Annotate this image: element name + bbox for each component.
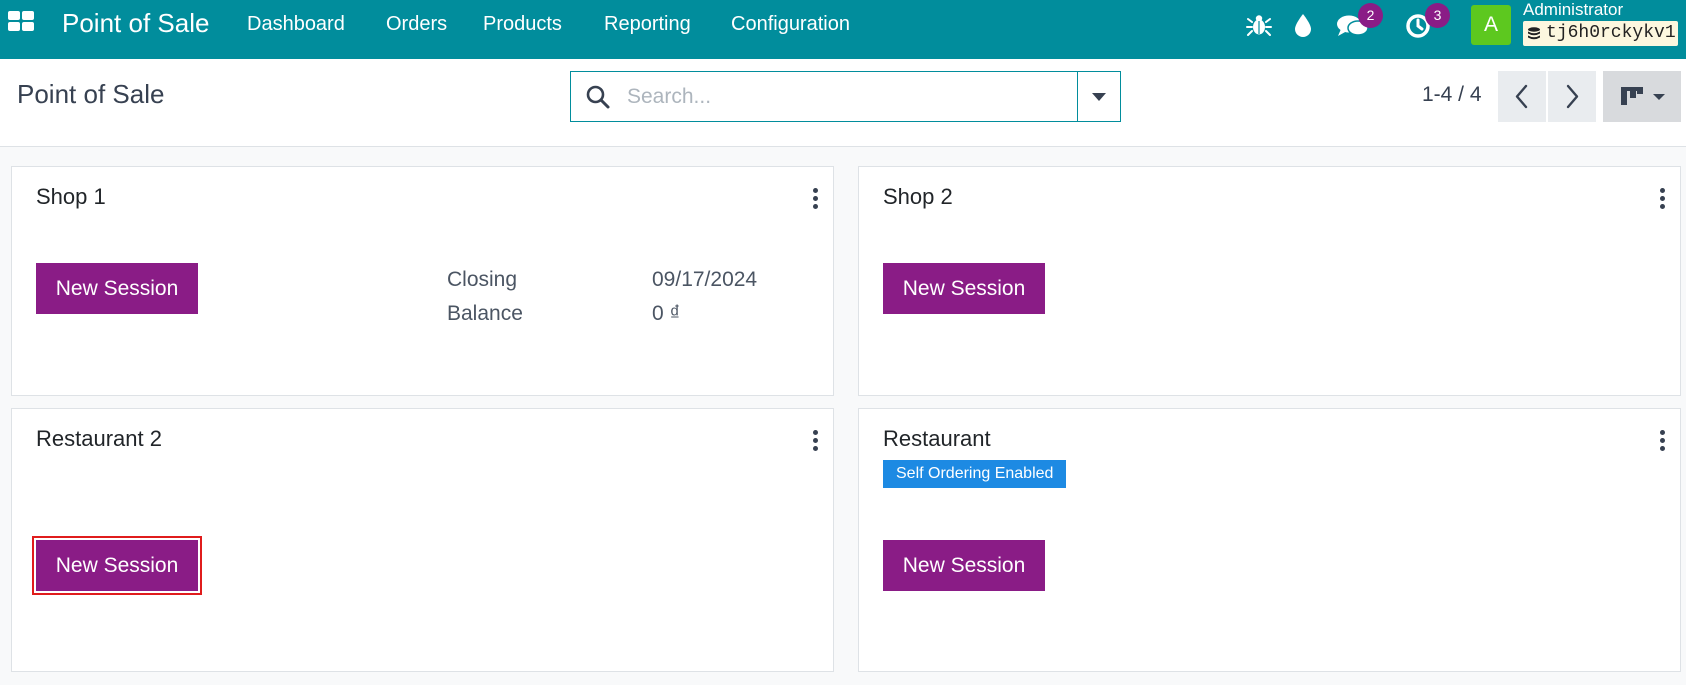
self-ordering-badge: Self Ordering Enabled (883, 460, 1067, 488)
pager-previous-button[interactable] (1498, 71, 1546, 122)
database-name-chip: tj6h0rckykv1 (1523, 21, 1678, 46)
database-name: tj6h0rckykv1 (1546, 23, 1676, 43)
view-switcher-button[interactable] (1603, 71, 1681, 122)
menu-reporting[interactable]: Reporting (604, 13, 691, 36)
menu-orders[interactable]: Orders (386, 13, 447, 36)
top-navbar: Point of Sale Dashboard Orders Products … (0, 0, 1686, 59)
pager-value[interactable]: 1-4 / 4 (1422, 83, 1482, 107)
balance-value: 0 ₫ (652, 302, 681, 325)
apps-grid-icon[interactable] (8, 11, 36, 33)
new-session-button[interactable]: New Session (32, 536, 202, 595)
control-panel: Point of Sale 1-4 / 4 (0, 59, 1686, 147)
card-title: Restaurant 2 (36, 426, 162, 451)
closing-label: Closing (447, 268, 518, 291)
chevron-right-icon (1566, 84, 1579, 109)
card-title: Restaurant (883, 426, 991, 451)
bug-icon[interactable] (1244, 10, 1274, 40)
search-box (570, 71, 1078, 122)
card-title: Shop 2 (883, 184, 953, 209)
activities-badge: 3 (1425, 3, 1450, 28)
pager-next-button[interactable] (1548, 71, 1596, 122)
messages-badge: 2 (1358, 3, 1383, 28)
drop-icon[interactable] (1288, 10, 1318, 40)
balance-label: Balance (447, 302, 523, 325)
chevron-left-icon (1515, 84, 1528, 109)
search-input[interactable] (627, 80, 1067, 114)
pos-card-shop-1: Shop 1 New Session Closing 09/17/2024 Ba… (11, 166, 834, 396)
pos-card-shop-2: Shop 2 New Session (858, 166, 1681, 396)
card-menu-icon[interactable] (1652, 428, 1672, 454)
user-name[interactable]: Administrator (1523, 0, 1623, 20)
database-icon (1528, 27, 1540, 40)
pos-card-restaurant: Restaurant Self Ordering Enabled New Ses… (858, 408, 1681, 672)
new-session-button[interactable]: New Session (36, 263, 198, 314)
user-avatar[interactable]: A (1471, 5, 1511, 45)
card-menu-icon[interactable] (1652, 186, 1672, 212)
caret-down-icon (1092, 93, 1106, 101)
card-menu-icon[interactable] (805, 186, 825, 212)
page-title: Point of Sale (17, 79, 165, 109)
closing-date: 09/17/2024 (652, 268, 758, 291)
card-title: Shop 1 (36, 184, 106, 209)
menu-products[interactable]: Products (483, 13, 562, 36)
search-options-toggle[interactable] (1077, 71, 1121, 122)
menu-dashboard[interactable]: Dashboard (247, 13, 345, 36)
kanban-view-icon (1621, 87, 1665, 105)
new-session-button[interactable]: New Session (883, 540, 1045, 591)
new-session-button[interactable]: New Session (883, 263, 1045, 314)
pos-card-restaurant-2: Restaurant 2 New Session (11, 408, 834, 672)
card-menu-icon[interactable] (805, 428, 825, 454)
app-brand[interactable]: Point of Sale (62, 8, 209, 39)
menu-configuration[interactable]: Configuration (731, 13, 850, 36)
search-icon (586, 85, 610, 109)
